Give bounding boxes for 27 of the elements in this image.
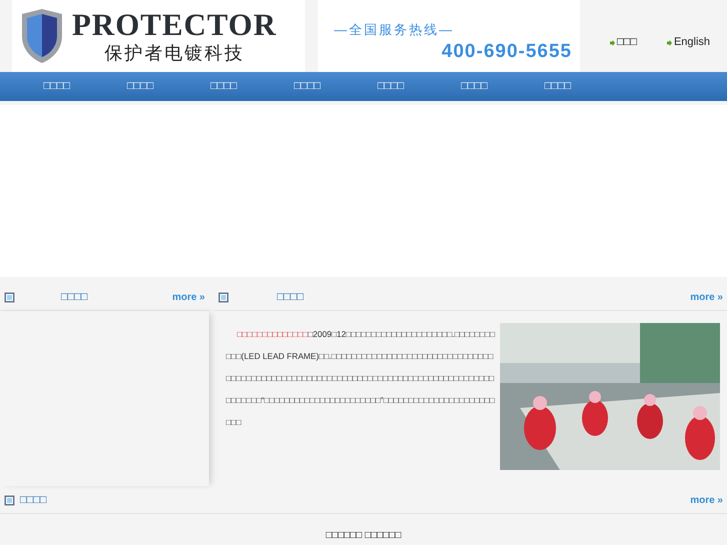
language-link[interactable]: □□□ — [610, 13, 637, 72]
nav-item[interactable]: □□□□ — [98, 78, 182, 95]
square-icon — [4, 292, 15, 303]
section-title: □□□□ — [20, 493, 47, 508]
nav-item[interactable]: □□□□ — [349, 78, 432, 95]
section-title: □□□□ — [277, 290, 304, 306]
nav-item[interactable]: □□□□ — [432, 78, 516, 95]
logo-subtitle: 保护者电镀科技 — [104, 42, 244, 64]
more-link[interactable]: more » — [690, 493, 723, 508]
language-link[interactable]: English — [666, 13, 710, 72]
nav-item[interactable]: □□□□ — [15, 78, 98, 95]
logo-title: PROTECTOR — [72, 8, 277, 42]
square-icon — [4, 495, 15, 506]
arrow-icon — [666, 40, 672, 46]
hotline-label: —全国服务热线— — [334, 21, 455, 39]
nav-item[interactable]: □□□□ — [182, 78, 266, 95]
nav-item[interactable]: □□□□ — [266, 78, 349, 95]
shield-icon — [20, 8, 64, 64]
footer-text: □□□□□□ □□□□□□ — [326, 530, 402, 541]
nav-item[interactable]: □□□□ — [516, 78, 600, 95]
more-link[interactable]: more » — [690, 290, 723, 305]
arrow-icon — [610, 40, 615, 46]
hotline-number: 400-690-5655 — [442, 40, 572, 64]
more-link[interactable]: more » — [172, 290, 205, 305]
square-icon — [218, 292, 229, 303]
section-title: □□□□ — [61, 290, 88, 306]
intro-paragraph: □□□□□□□□□□□□□□□2009□12□□□□□□□□□□□□□□□□□□□□□.□□□□□□□□□□□(LED LEAD FRAME)□□.□□□□□□□□□□□□□□□□□□□□□□□□□□□□□□□□□□□□□□□□□□□□□□□□□□□□□□□□□□□□□□□□□□□□□□□□□□□□□□□□□□□□□□□□□□□□“□□□□□□□□□□□□□□□□□□□□□□□”□□□□□□□□□□□□□□□□□□□□□□□□□ — [226, 328, 496, 429]
